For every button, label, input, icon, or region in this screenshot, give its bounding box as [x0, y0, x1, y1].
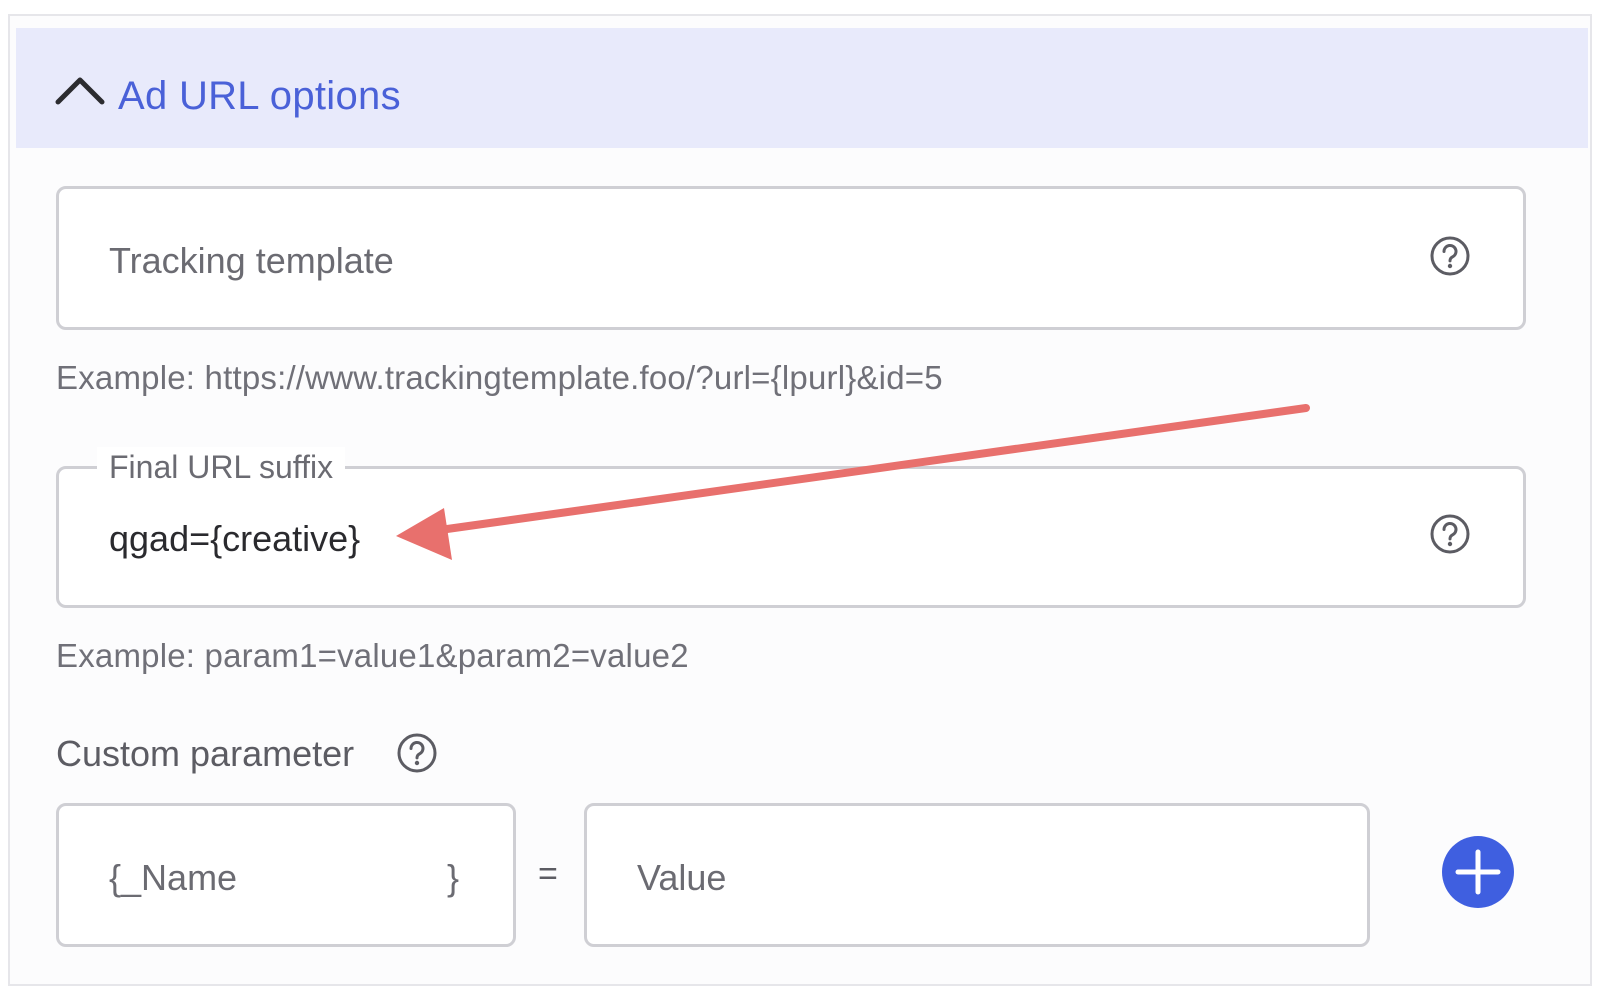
tracking-template-field[interactable]: Tracking template	[56, 186, 1526, 330]
custom-parameter-value-field[interactable]: Value	[584, 803, 1370, 947]
custom-parameter-name-placeholder: {_Name	[109, 856, 237, 900]
custom-parameter-value-placeholder: Value	[637, 857, 727, 898]
final-url-suffix-example: Example: param1=value1&param2=value2	[56, 637, 689, 674]
final-url-suffix-value[interactable]: qgad={creative}	[109, 517, 360, 561]
final-url-suffix-field[interactable]: Final URL suffix qgad={creative}	[56, 447, 1526, 608]
tracking-template-example: Example: https://www.trackingtemplate.fo…	[56, 359, 943, 396]
help-icon[interactable]	[1429, 513, 1471, 555]
section-header[interactable]: Ad URL options	[16, 28, 1588, 148]
help-icon[interactable]	[396, 732, 438, 774]
ad-url-options-panel: Ad URL options Tracking template Example…	[8, 14, 1592, 986]
final-url-suffix-label: Final URL suffix	[97, 447, 346, 487]
help-icon[interactable]	[1429, 235, 1471, 277]
custom-parameter-label: Custom parameter	[56, 733, 355, 774]
equals-sign: =	[538, 855, 558, 893]
section-title[interactable]: Ad URL options	[118, 72, 401, 120]
add-custom-parameter-button[interactable]	[1442, 836, 1514, 908]
custom-parameter-name-field[interactable]: {_Name }	[56, 803, 516, 947]
name-suffix: }	[447, 857, 460, 898]
tracking-template-placeholder: Tracking template	[109, 240, 394, 281]
chevron-up-icon[interactable]	[54, 70, 106, 108]
plus-icon	[1455, 849, 1501, 895]
name-prefix: {_	[109, 857, 142, 898]
name-placeholder: Name	[141, 857, 238, 898]
